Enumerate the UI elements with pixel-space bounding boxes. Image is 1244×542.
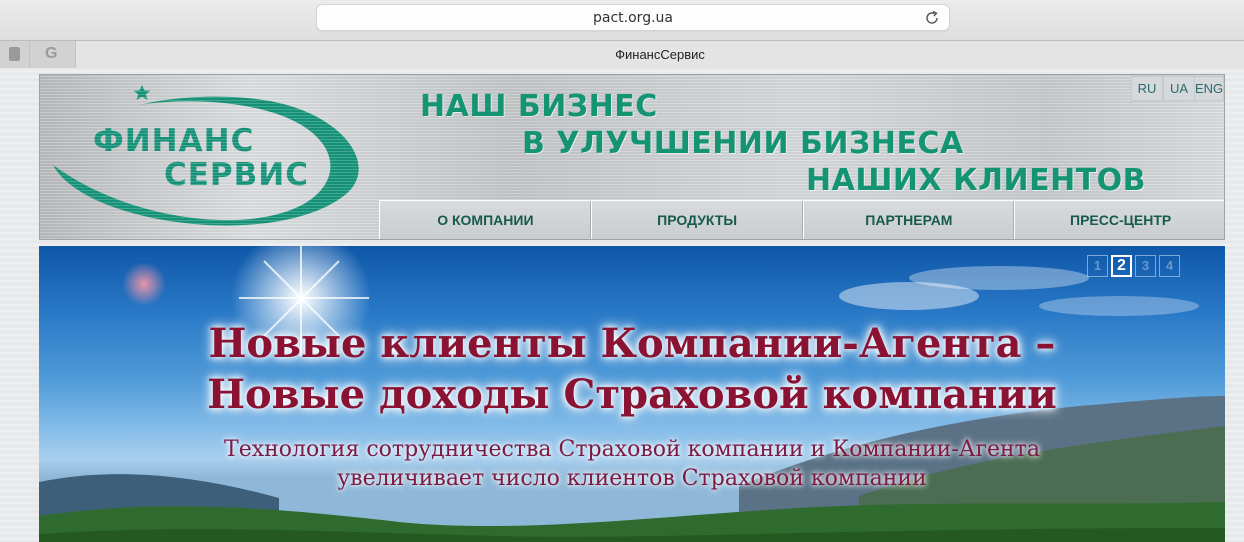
slide-dot-4[interactable]: 4: [1159, 255, 1180, 277]
star-icon: [133, 85, 151, 100]
nav-products[interactable]: ПРОДУКТЫ: [590, 200, 803, 239]
logo-line1: ФИНАНС: [93, 123, 255, 159]
tab-strip: G ФинансСервис: [0, 40, 1244, 68]
banner-title-line1: Новые клиенты Компании-Агента –: [208, 320, 1056, 367]
pinned-tab-1[interactable]: [0, 41, 30, 68]
banner-subtitle-line2: увеличивает число клиентов Страховой ком…: [337, 466, 927, 491]
main-nav: О КОМПАНИИ ПРОДУКТЫ ПАРТНЕРАМ ПРЕСС-ЦЕНТ…: [379, 200, 1224, 239]
site-logo[interactable]: ФИНАНС СЕРВИС: [45, 75, 365, 239]
tab-title: ФинансСервис: [615, 47, 705, 62]
slogan-line2: В УЛУЧШЕНИИ БИЗНЕСА: [522, 126, 964, 161]
google-icon: G: [45, 45, 58, 62]
lang-ua-button[interactable]: UA: [1163, 76, 1195, 101]
slide-dot-1[interactable]: 1: [1087, 255, 1108, 277]
pinned-tab-icon: [9, 47, 20, 61]
nav-press-center[interactable]: ПРЕСС-ЦЕНТР: [1014, 200, 1224, 239]
pinned-tab-google[interactable]: G: [30, 41, 76, 68]
slider-pager: 1 2 3 4: [1087, 255, 1180, 277]
lang-eng-button[interactable]: ENG: [1194, 76, 1224, 101]
nav-about[interactable]: О КОМПАНИИ: [379, 200, 591, 239]
url-text: pact.org.ua: [593, 10, 673, 26]
banner-subtitle-line1: Технология сотрудничества Страховой комп…: [224, 437, 1040, 462]
slogan-line3: НАШИХ КЛИЕНТОВ: [806, 163, 1147, 198]
nav-partners[interactable]: ПАРТНЕРАМ: [802, 200, 1015, 239]
reload-icon[interactable]: [923, 9, 941, 27]
hero-banner[interactable]: 1 2 3 4 Новые клиенты Компании-Агента – …: [39, 246, 1225, 542]
page-viewport: ФИНАНС СЕРВИС НАШ БИЗНЕС В УЛУЧШЕНИИ БИЗ…: [0, 68, 1244, 542]
slide-dot-3[interactable]: 3: [1135, 255, 1156, 277]
active-tab[interactable]: ФинансСервис: [76, 41, 1244, 68]
lang-ru-button[interactable]: RU: [1131, 76, 1163, 101]
slide-dot-2[interactable]: 2: [1111, 255, 1132, 277]
slogan-line1: НАШ БИЗНЕС: [420, 89, 658, 124]
logo-line2: СЕРВИС: [164, 157, 309, 193]
banner-title-line2: Новые доходы Страховой компании: [207, 371, 1057, 418]
address-bar[interactable]: pact.org.ua: [316, 4, 950, 31]
browser-toolbar: pact.org.ua: [0, 0, 1244, 40]
site-header: ФИНАНС СЕРВИС НАШ БИЗНЕС В УЛУЧШЕНИИ БИЗ…: [39, 74, 1225, 240]
